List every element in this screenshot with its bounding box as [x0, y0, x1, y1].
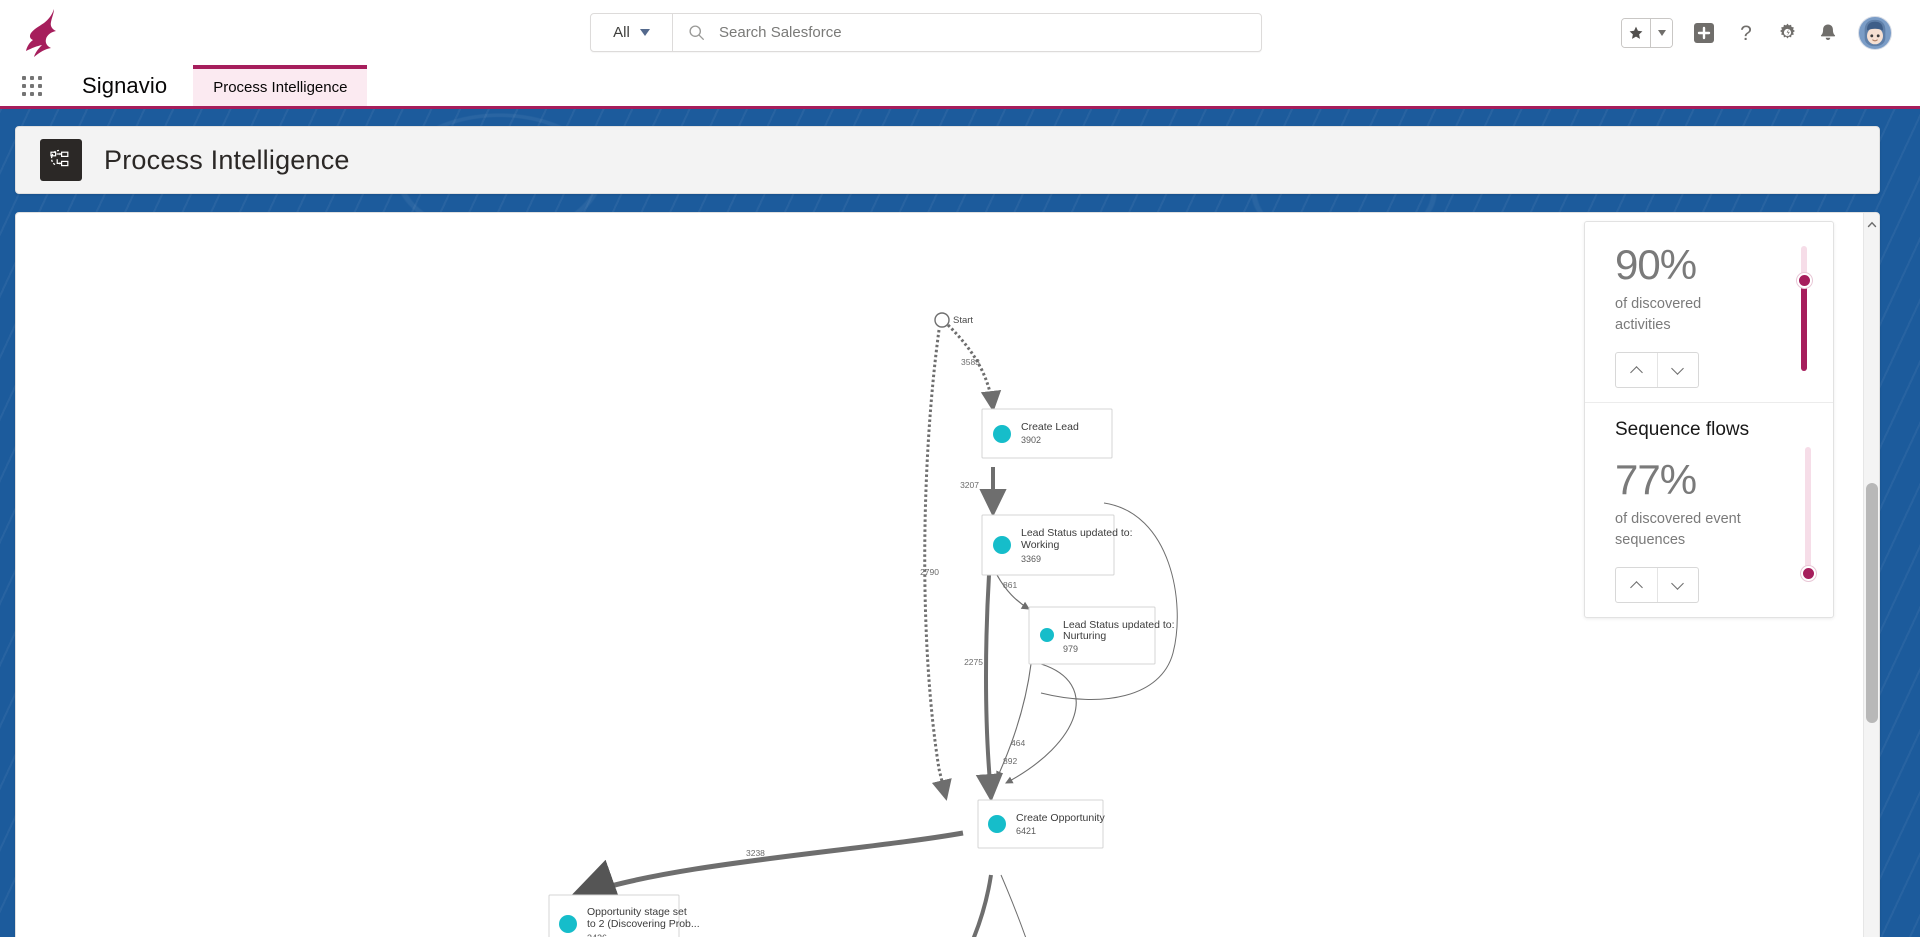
discovery-metrics-panel: 90% of discovered activities Sequence fl… — [1584, 221, 1834, 619]
edge-label: 2790 — [920, 567, 939, 577]
canvas-vertical-scrollbar[interactable] — [1863, 213, 1879, 937]
setup-button[interactable] — [1777, 22, 1798, 43]
svg-text:?: ? — [1740, 22, 1752, 45]
activities-slider-fill — [1801, 280, 1807, 371]
activities-increase-button[interactable] — [1616, 353, 1657, 387]
global-search-bar[interactable]: All — [590, 13, 1262, 52]
node-label: Lead Status updated to: — [1021, 527, 1133, 539]
process-intelligence-icon — [40, 139, 82, 181]
sequence-flows-stepper[interactable] — [1615, 567, 1699, 604]
search-input[interactable] — [719, 14, 1261, 51]
notifications-button[interactable] — [1818, 22, 1838, 44]
search-scope-label: All — [613, 24, 630, 41]
chevron-down-icon — [1671, 576, 1685, 590]
salesforce-global-header: All Search Salesforce ? — [0, 0, 1920, 65]
chevron-up-icon — [1629, 580, 1643, 594]
process-map-canvas[interactable]: 2790 3583 3207 861 2275 464 892 3238 Sta… — [15, 212, 1880, 937]
chevron-down-icon — [1671, 361, 1685, 375]
favorites-dropdown[interactable] — [1650, 18, 1672, 47]
chevron-down-icon — [1657, 29, 1666, 36]
sequence-flows-metric-label: of discovered event sequences — [1615, 511, 1741, 549]
node-create-opportunity[interactable]: Create Opportunity 6421 — [977, 799, 1105, 849]
node-label: Create Opportunity — [1016, 812, 1105, 824]
app-launcher-button[interactable] — [22, 65, 66, 106]
node-count: 3902 — [1021, 435, 1041, 445]
node-label-line2: to 2 (Discovering Prob... — [587, 918, 700, 930]
header-actions: ? — [1621, 0, 1892, 65]
activities-slider[interactable] — [1796, 246, 1812, 371]
search-icon — [673, 14, 719, 51]
activities-stepper[interactable] — [1615, 352, 1699, 389]
node-label-line2: Nurturing — [1063, 630, 1106, 642]
tab-process-intelligence[interactable]: Process Intelligence — [193, 65, 368, 106]
edge-label: 464 — [1011, 738, 1025, 748]
signavio-deer-logo[interactable] — [0, 0, 92, 65]
page-header: Process Intelligence — [15, 126, 1880, 194]
app-name-label: Signavio — [82, 72, 168, 98]
activities-metric-label: of discovered activities — [1615, 296, 1702, 334]
node-create-lead[interactable]: Create Lead 3902 — [981, 408, 1113, 459]
chevron-down-icon — [639, 29, 650, 36]
edge-label: 892 — [1003, 756, 1017, 766]
sequence-flows-increase-button[interactable] — [1616, 568, 1657, 602]
edge-label: 3207 — [960, 480, 979, 490]
sequence-flows-metric-block: Sequence flows 77% of discovered event s… — [1585, 402, 1833, 604]
edge-working-to-create-opportunity — [975, 574, 1003, 802]
edge-create-opportunity-to-stage2 — [566, 830, 964, 907]
node-start-label: Start — [953, 315, 973, 326]
scrollbar-thumb[interactable] — [1866, 483, 1878, 723]
activities-percentage: 90% — [1615, 241, 1697, 288]
edge-start-to-create-lead — [946, 323, 1002, 412]
sequence-flows-heading: Sequence flows — [1615, 419, 1750, 441]
activities-slider-handle[interactable] — [1796, 273, 1812, 288]
node-label: Opportunity stage set — [587, 906, 687, 918]
sequence-flows-slider[interactable] — [1800, 447, 1816, 582]
edge-start-to-create-opportunity — [923, 329, 952, 801]
scroll-up-button[interactable] — [1864, 217, 1879, 233]
edge-label: 3583 — [961, 357, 980, 367]
page-title: Process Intelligence — [104, 144, 350, 175]
app-background: Process Intelligence 2790 3583 3207 861 … — [0, 109, 1920, 937]
node-opportunity-stage-2[interactable]: Opportunity stage set to 2 (Discovering … — [548, 894, 700, 937]
user-avatar[interactable] — [1858, 15, 1892, 50]
node-count: 3369 — [1021, 554, 1041, 564]
edge-create-opportunity-to-quote — [971, 874, 993, 937]
chevron-up-icon — [1629, 365, 1643, 379]
activities-metric-block: 90% of discovered activities — [1585, 240, 1833, 389]
app-navigation-bar: Signavio Process Intelligence — [0, 65, 1920, 109]
sequence-flows-decrease-button[interactable] — [1656, 568, 1699, 603]
edge-label: 861 — [1003, 580, 1017, 590]
sequence-flows-percentage: 77% — [1615, 456, 1697, 504]
node-lead-status-working[interactable]: Lead Status updated to: Working 3369 — [981, 514, 1133, 576]
sequence-flows-slider-handle[interactable] — [1800, 566, 1816, 582]
node-count: 6421 — [1016, 826, 1036, 836]
help-button[interactable]: ? — [1735, 21, 1757, 45]
node-lead-status-nurturing[interactable]: Lead Status updated to: Nurturing 979 — [1028, 606, 1175, 665]
node-label: Create Lead — [1021, 421, 1079, 433]
edge-label: 3238 — [746, 848, 765, 858]
edge-label: 2275 — [964, 657, 983, 667]
node-label-line2: Working — [1021, 539, 1059, 551]
node-count: 979 — [1063, 644, 1078, 654]
edge-create-opportunity-to-dead — [1000, 874, 1027, 937]
search-scope-selector[interactable]: All — [591, 14, 673, 51]
favorites-group[interactable] — [1621, 17, 1673, 48]
global-create-button[interactable] — [1693, 22, 1715, 44]
node-start[interactable] — [934, 312, 950, 328]
app-launcher-icon — [22, 75, 42, 96]
favorites-button[interactable] — [1622, 18, 1650, 47]
node-count: 3426 — [587, 933, 607, 937]
activities-decrease-button[interactable] — [1656, 353, 1699, 388]
